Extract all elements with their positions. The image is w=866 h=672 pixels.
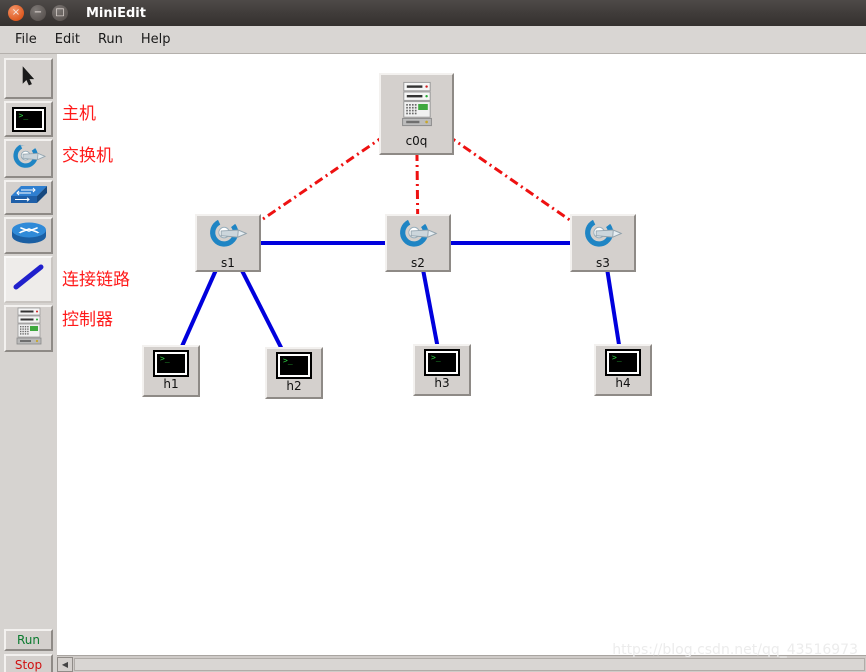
legacy-router-icon bbox=[9, 219, 49, 252]
node-label: c0q bbox=[405, 134, 428, 148]
terminal-host-icon bbox=[276, 352, 312, 379]
minimize-icon[interactable]: − bbox=[30, 5, 46, 21]
node-label: h1 bbox=[163, 377, 179, 391]
node-label: s3 bbox=[596, 256, 610, 270]
controller-tool[interactable] bbox=[4, 305, 53, 352]
menu-edit[interactable]: Edit bbox=[46, 29, 89, 50]
menu-run[interactable]: Run bbox=[89, 29, 132, 50]
node-c0[interactable]: c0q bbox=[379, 73, 454, 155]
node-h4[interactable]: h4 bbox=[594, 344, 652, 396]
controller-rack-icon bbox=[399, 81, 435, 132]
node-label: s1 bbox=[221, 256, 235, 270]
legacy-switch-icon bbox=[9, 182, 49, 213]
annotation-link: 连接链路 bbox=[62, 270, 130, 290]
link-line-icon bbox=[11, 262, 47, 297]
menu-help[interactable]: Help bbox=[132, 29, 180, 50]
terminal-host-icon bbox=[605, 349, 641, 376]
topology-canvas[interactable]: c0q s1 s2 s3 h1 h2 h3 h4 主机交换机连接链路控制器 bbox=[57, 54, 866, 655]
cursor-arrow-icon bbox=[22, 66, 35, 91]
window-title: MiniEdit bbox=[86, 5, 146, 21]
annotation-controller: 控制器 bbox=[62, 310, 113, 330]
node-h3[interactable]: h3 bbox=[413, 344, 471, 396]
close-icon[interactable]: × bbox=[8, 5, 24, 21]
node-label: h3 bbox=[434, 376, 450, 390]
node-s3[interactable]: s3 bbox=[570, 214, 636, 272]
annotation-switch: 交换机 bbox=[62, 146, 113, 166]
miniedit-window: × − □ MiniEdit File Edit Run Help >_ Run… bbox=[0, 0, 866, 672]
switch-tool[interactable] bbox=[4, 139, 53, 178]
host-tool[interactable] bbox=[4, 101, 53, 137]
scroll-thumb[interactable] bbox=[74, 658, 865, 671]
node-s1[interactable]: s1 bbox=[195, 214, 261, 272]
controller-rack-icon bbox=[14, 307, 44, 350]
title-bar: × − □ MiniEdit bbox=[0, 0, 866, 26]
run-button[interactable]: Run bbox=[4, 629, 53, 651]
openflow-switch-icon bbox=[208, 217, 248, 254]
tool-palette: Run Stop bbox=[0, 54, 58, 672]
link-tool[interactable] bbox=[4, 256, 53, 303]
openflow-switch-icon bbox=[583, 217, 623, 254]
terminal-host-icon bbox=[153, 350, 189, 377]
legacy-switch-tool[interactable] bbox=[4, 180, 53, 215]
menu-bar: File Edit Run Help bbox=[0, 26, 866, 54]
annotation-host: 主机 bbox=[62, 104, 96, 124]
openflow-switch-icon bbox=[12, 142, 46, 175]
legacy-router-tool[interactable] bbox=[4, 217, 53, 254]
watermark-text: https://blog.csdn.net/qq_43516973 bbox=[612, 642, 858, 658]
terminal-host-icon bbox=[11, 106, 46, 132]
openflow-switch-icon bbox=[398, 217, 438, 254]
stop-button[interactable]: Stop bbox=[4, 654, 53, 672]
terminal-host-icon bbox=[424, 349, 460, 376]
node-h1[interactable]: h1 bbox=[142, 345, 200, 397]
select-tool[interactable] bbox=[4, 58, 53, 99]
node-h2[interactable]: h2 bbox=[265, 347, 323, 399]
node-label: h2 bbox=[286, 379, 302, 393]
maximize-glyph: □ bbox=[55, 7, 65, 18]
node-label: h4 bbox=[615, 376, 631, 390]
maximize-icon[interactable]: □ bbox=[52, 5, 68, 21]
minimize-glyph: − bbox=[33, 7, 43, 18]
scroll-left-arrow-icon[interactable]: ◀ bbox=[57, 657, 73, 672]
close-glyph: × bbox=[11, 7, 21, 18]
node-label: s2 bbox=[411, 256, 425, 270]
menu-file[interactable]: File bbox=[6, 29, 46, 50]
node-s2[interactable]: s2 bbox=[385, 214, 451, 272]
